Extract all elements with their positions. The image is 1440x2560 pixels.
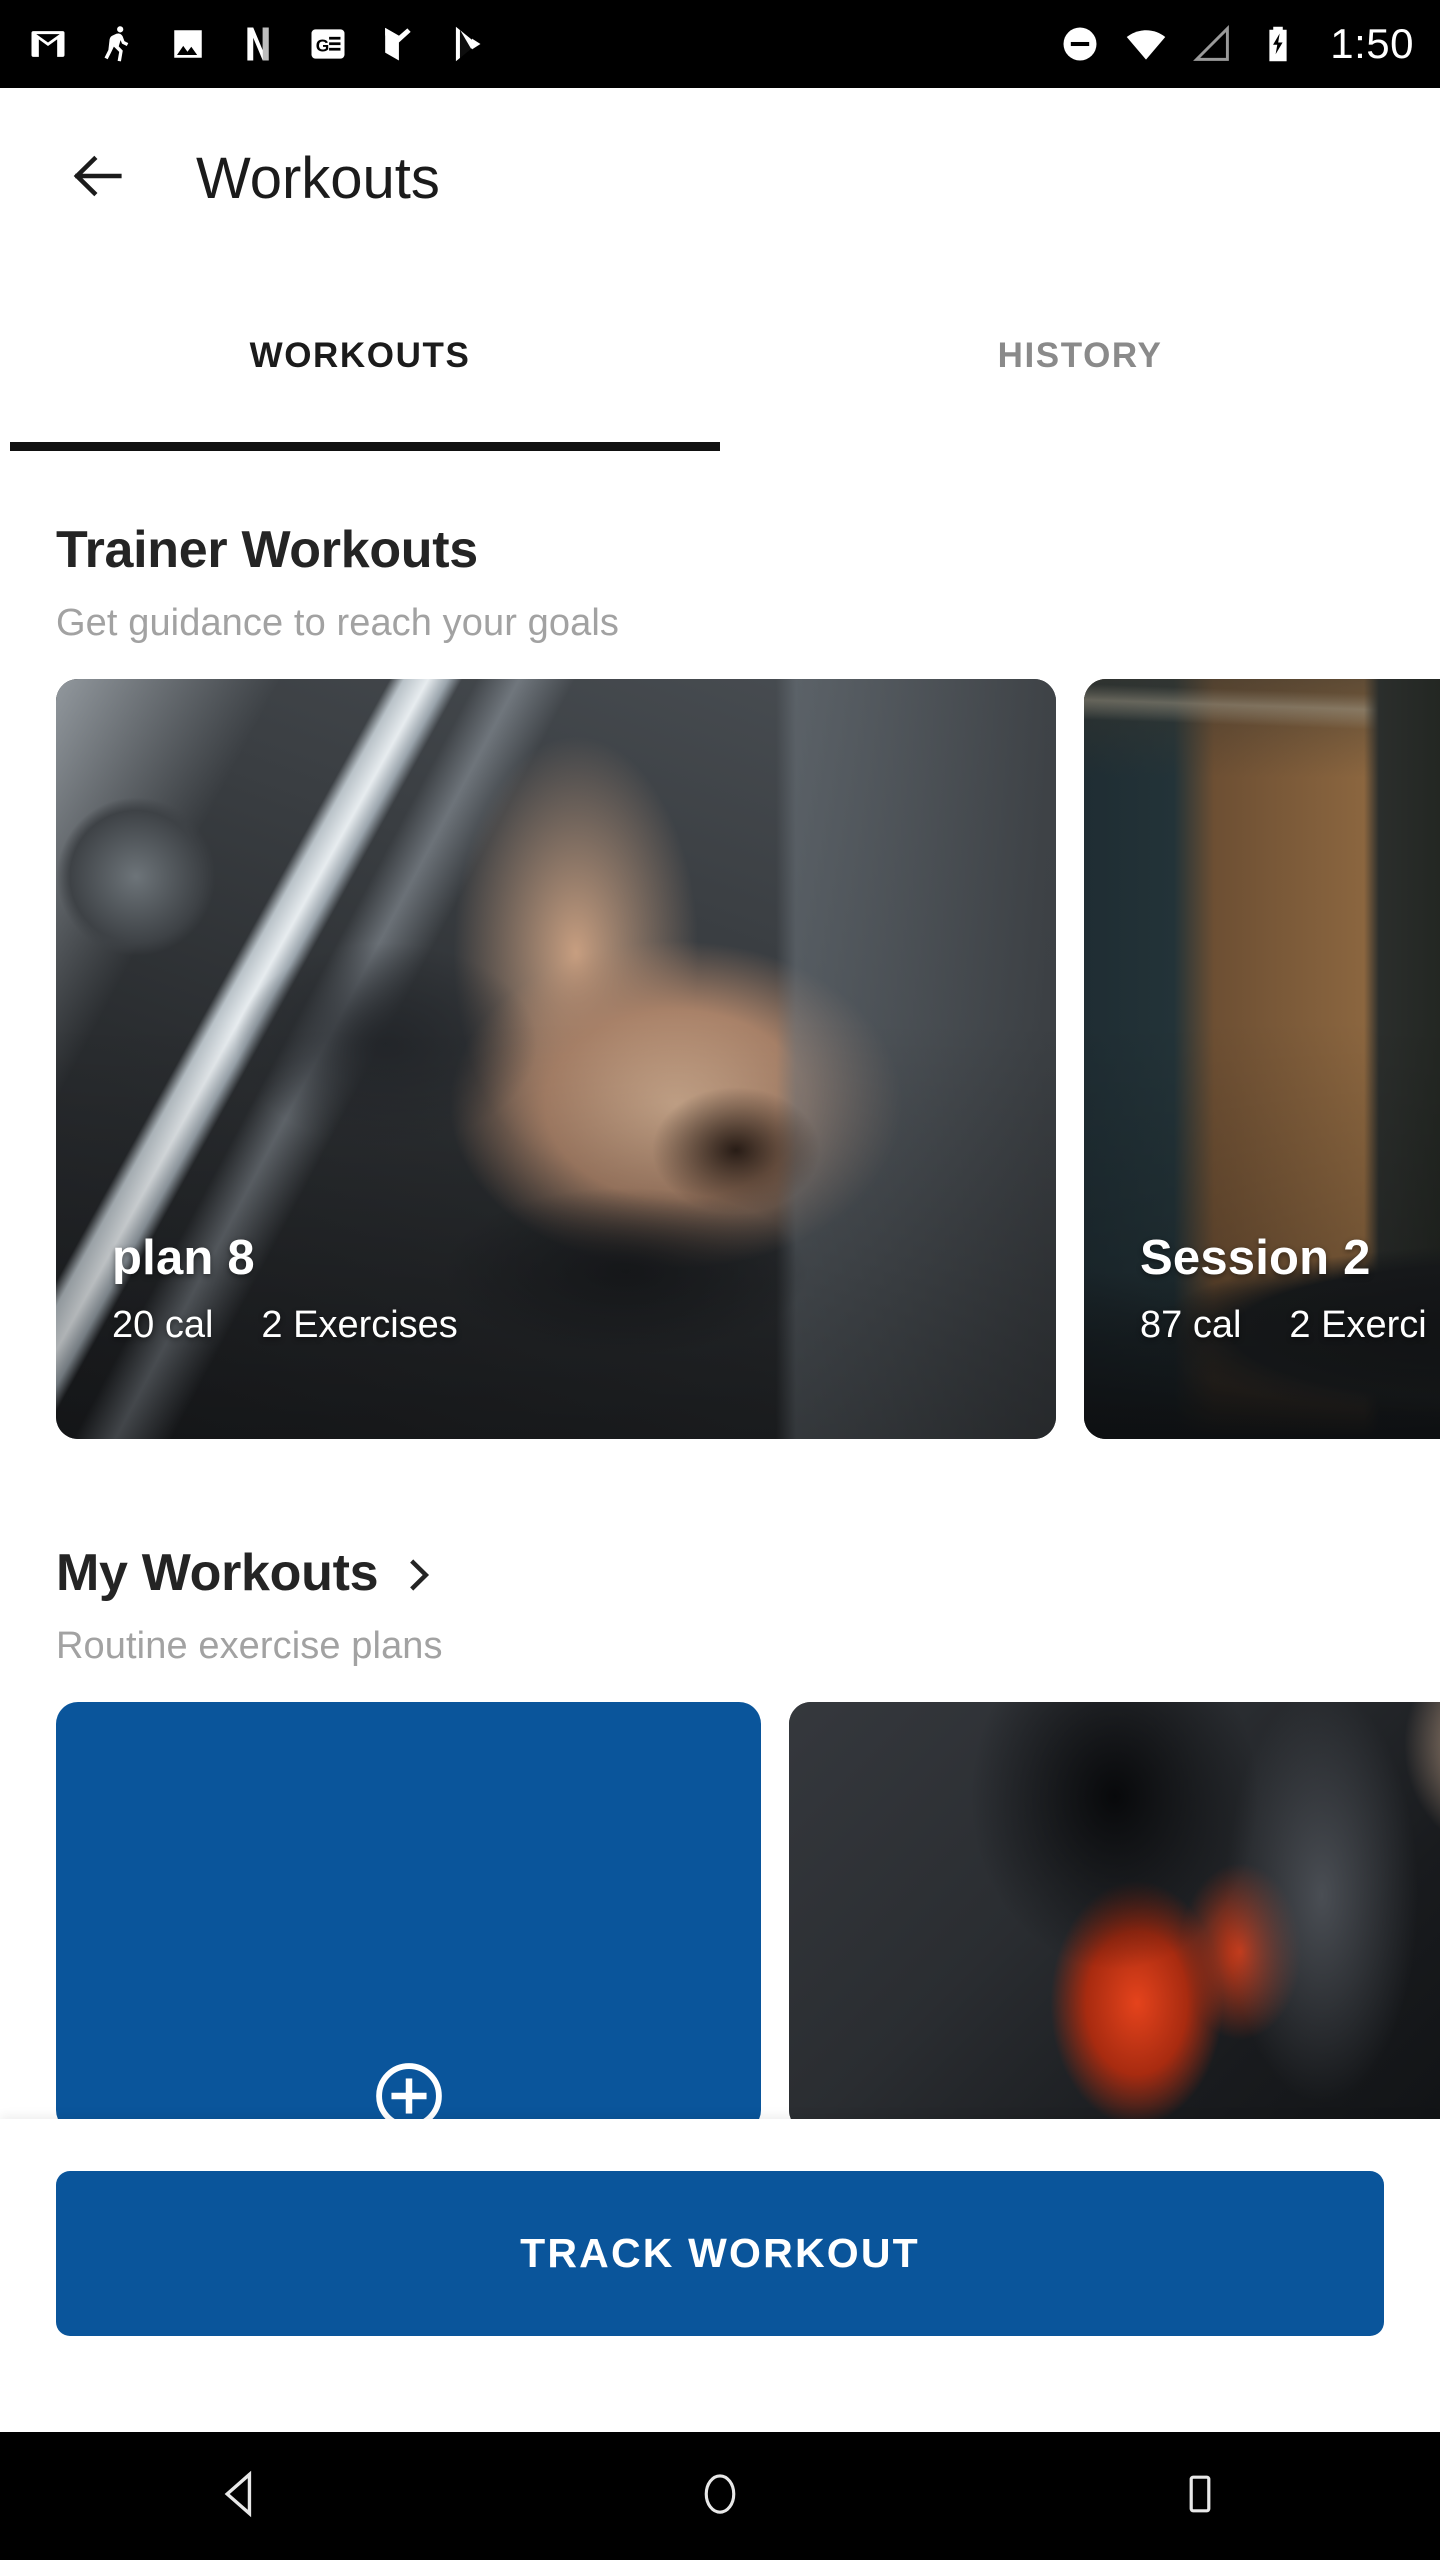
section-trainer-workouts-header: Trainer Workouts Get guidance to reach y… <box>0 520 1440 645</box>
section-subtitle: Routine exercise plans <box>56 1625 443 1667</box>
track-workout-button[interactable]: TRACK WORKOUT <box>56 2171 1384 2336</box>
workout-card[interactable]: plan 8 20 cal 2 Exercises <box>56 679 1056 1439</box>
card-exercises: 2 Exerci <box>1289 1304 1427 1346</box>
card-title: plan 8 <box>112 1231 255 1285</box>
arrow-left-icon <box>66 144 130 213</box>
plus-icon-wrap <box>56 2057 761 2121</box>
gmail-icon <box>26 22 70 66</box>
status-bar-notifications: G <box>26 22 1058 66</box>
tasks-check-icon <box>376 22 420 66</box>
svg-text:G: G <box>316 35 330 55</box>
app-bar: Workouts <box>0 88 1440 268</box>
bottom-action-sheet: TRACK WORKOUT <box>0 2119 1440 2432</box>
photos-icon <box>166 22 210 66</box>
cellular-signal-icon <box>1190 22 1234 66</box>
nav-back-triangle-icon <box>213 2467 267 2526</box>
google-news-icon: G <box>306 22 350 66</box>
status-bar-system: 1:50 <box>1058 22 1414 66</box>
tab-bar: WORKOUTS HISTORY <box>0 268 1440 451</box>
fitness-person-icon <box>96 22 140 66</box>
nav-recents-square-icon <box>1176 2470 1224 2523</box>
section-title: Trainer Workouts <box>56 521 478 579</box>
workout-card[interactable]: Session 2 87 cal 2 Exerci <box>1084 679 1440 1439</box>
status-bar-clock: 1:50 <box>1330 20 1414 67</box>
section-title-row: My Workouts <box>56 1543 1384 1603</box>
workout-card[interactable] <box>789 1702 1440 2121</box>
card-calories: 20 cal <box>112 1304 214 1346</box>
play-store-icon <box>446 22 490 66</box>
section-title: My Workouts <box>56 1544 379 1602</box>
card-stats: 20 cal 2 Exercises <box>112 1304 458 1347</box>
workouts-scroll-content[interactable]: Trainer Workouts Get guidance to reach y… <box>0 451 1440 2121</box>
add-workout-card[interactable] <box>56 1702 761 2121</box>
card-exercises: 2 Exercises <box>261 1304 458 1346</box>
card-calories: 87 cal <box>1140 1304 1242 1346</box>
my-workouts-carousel[interactable] <box>0 1702 1440 2121</box>
system-navigation-bar <box>0 2432 1440 2560</box>
card-title: Session 2 <box>1140 1231 1371 1285</box>
section-title-row: Trainer Workouts <box>56 520 1384 580</box>
chevron-right-icon[interactable] <box>396 1552 442 1598</box>
card-stats: 87 cal 2 Exerci <box>1140 1304 1427 1347</box>
nav-back-button[interactable] <box>165 2432 315 2560</box>
netflix-icon <box>236 22 280 66</box>
card-meta: plan 8 20 cal 2 Exercises <box>112 1230 458 1347</box>
nav-home-button[interactable] <box>645 2432 795 2560</box>
wifi-icon <box>1124 22 1168 66</box>
status-bar: G 1:50 <box>0 0 1440 88</box>
card-meta: Session 2 87 cal 2 Exerci <box>1140 1230 1427 1347</box>
section-subtitle: Get guidance to reach your goals <box>56 602 619 644</box>
back-button[interactable] <box>46 126 150 230</box>
dumbbell-photo <box>789 1702 1440 2121</box>
battery-charging-icon <box>1256 22 1300 66</box>
phone-screen: G 1:50 Workouts WORKOUTS HISTORY Trainer… <box>0 0 1440 2560</box>
page-title: Workouts <box>196 145 440 211</box>
do-not-disturb-icon <box>1058 22 1102 66</box>
tab-active-indicator <box>10 442 720 451</box>
plus-circle-icon[interactable] <box>370 2057 448 2121</box>
trainer-workouts-carousel[interactable]: plan 8 20 cal 2 Exercises Session 2 87 c… <box>0 679 1440 1439</box>
nav-home-circle-icon <box>695 2469 745 2524</box>
tab-history[interactable]: HISTORY <box>720 268 1440 451</box>
section-my-workouts-header[interactable]: My Workouts Routine exercise plans <box>0 1543 1440 1668</box>
nav-recents-button[interactable] <box>1125 2432 1275 2560</box>
tab-workouts[interactable]: WORKOUTS <box>0 268 720 451</box>
